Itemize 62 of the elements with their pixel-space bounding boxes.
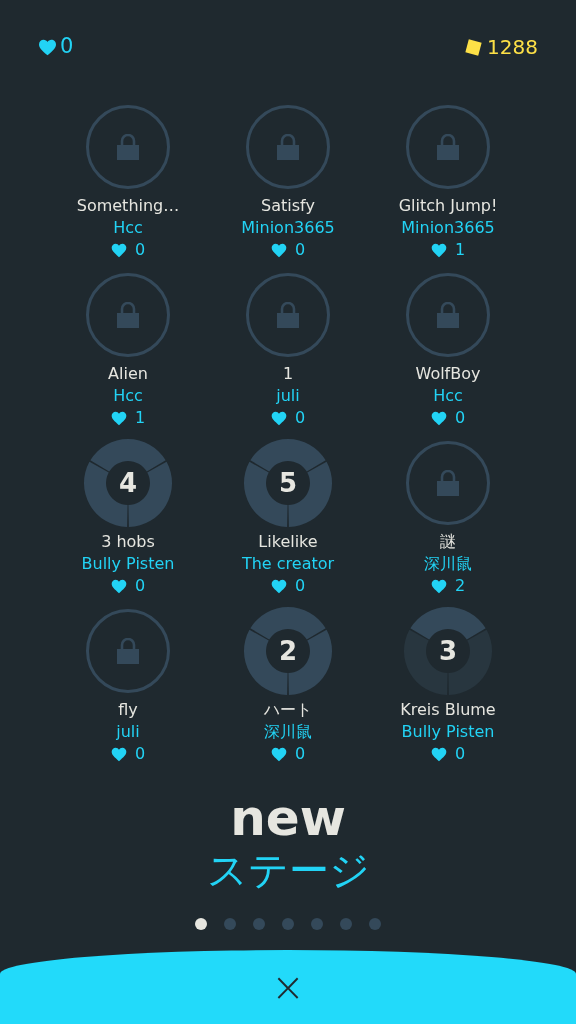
coin-total: 1288 [487,34,538,61]
close-button[interactable]: × [271,967,305,1007]
heart-icon [270,242,287,258]
like-count: 0 [294,408,306,428]
heart-icon [110,746,127,762]
heart-icon [430,746,447,762]
stage-name: Kreis Blume [400,699,496,721]
like-total: 0 [60,33,74,61]
stage-button[interactable]: 5 [244,439,332,527]
stage-author: Hcc [433,385,463,407]
stage-author: Minion3665 [241,217,335,239]
title-new: new [230,790,346,846]
like-count: 0 [294,576,306,596]
like-count: 0 [134,240,146,260]
stage-button[interactable]: 4 [84,439,172,527]
stage-number: 3 [438,638,458,664]
stage-author: Hcc [113,385,143,407]
heart-icon [38,38,57,56]
like-count: 0 [454,408,466,428]
heart-icon [110,242,127,258]
heart-icon [270,410,287,426]
stage-name: ハート [264,699,312,721]
stage-name: 1 [282,363,294,385]
heart-icon [110,578,127,594]
stage-author: 深川鼠 [264,721,312,743]
heart-icon [270,578,287,594]
stage-author: The creator [241,553,335,575]
stage-author: Bully Pisten [81,553,175,575]
stage-author: Minion3665 [401,217,495,239]
like-count: 0 [294,240,306,260]
stage-name: 3 hobs [101,531,155,553]
heart-icon [430,242,447,258]
stage-name: 謎 [440,531,456,553]
like-count: 0 [134,576,146,596]
stage-number: 2 [278,638,298,664]
like-count: 2 [454,576,466,596]
like-count: 0 [294,744,306,764]
stage-name: Glitch Jump! [398,195,498,217]
stage-name: fly [118,699,138,721]
stage-name: Alien [108,363,148,385]
title-stage: ステージ [206,846,370,894]
stage-button[interactable]: 2 [244,607,332,695]
like-count: 1 [134,408,146,428]
heart-icon [430,578,447,594]
stage-name: WolfBoy [415,363,481,385]
stage-number: 4 [118,470,138,496]
stage-name: Satisfy [261,195,315,217]
stage-author: Bully Pisten [401,721,495,743]
heart-icon [270,746,287,762]
heart-icon [110,410,127,426]
stage-name: Something… [76,195,180,217]
stage-author: juli [276,385,300,407]
like-count: 0 [134,744,146,764]
stage-author: juli [116,721,140,743]
like-count: 0 [454,744,466,764]
like-count: 1 [454,240,466,260]
stage-number: 5 [278,470,298,496]
stage-button[interactable]: 3 [404,607,492,695]
heart-icon [430,410,447,426]
stage-author: 深川鼠 [424,553,472,575]
stage-author: Hcc [113,217,143,239]
stage-name: Likelike [258,531,318,553]
